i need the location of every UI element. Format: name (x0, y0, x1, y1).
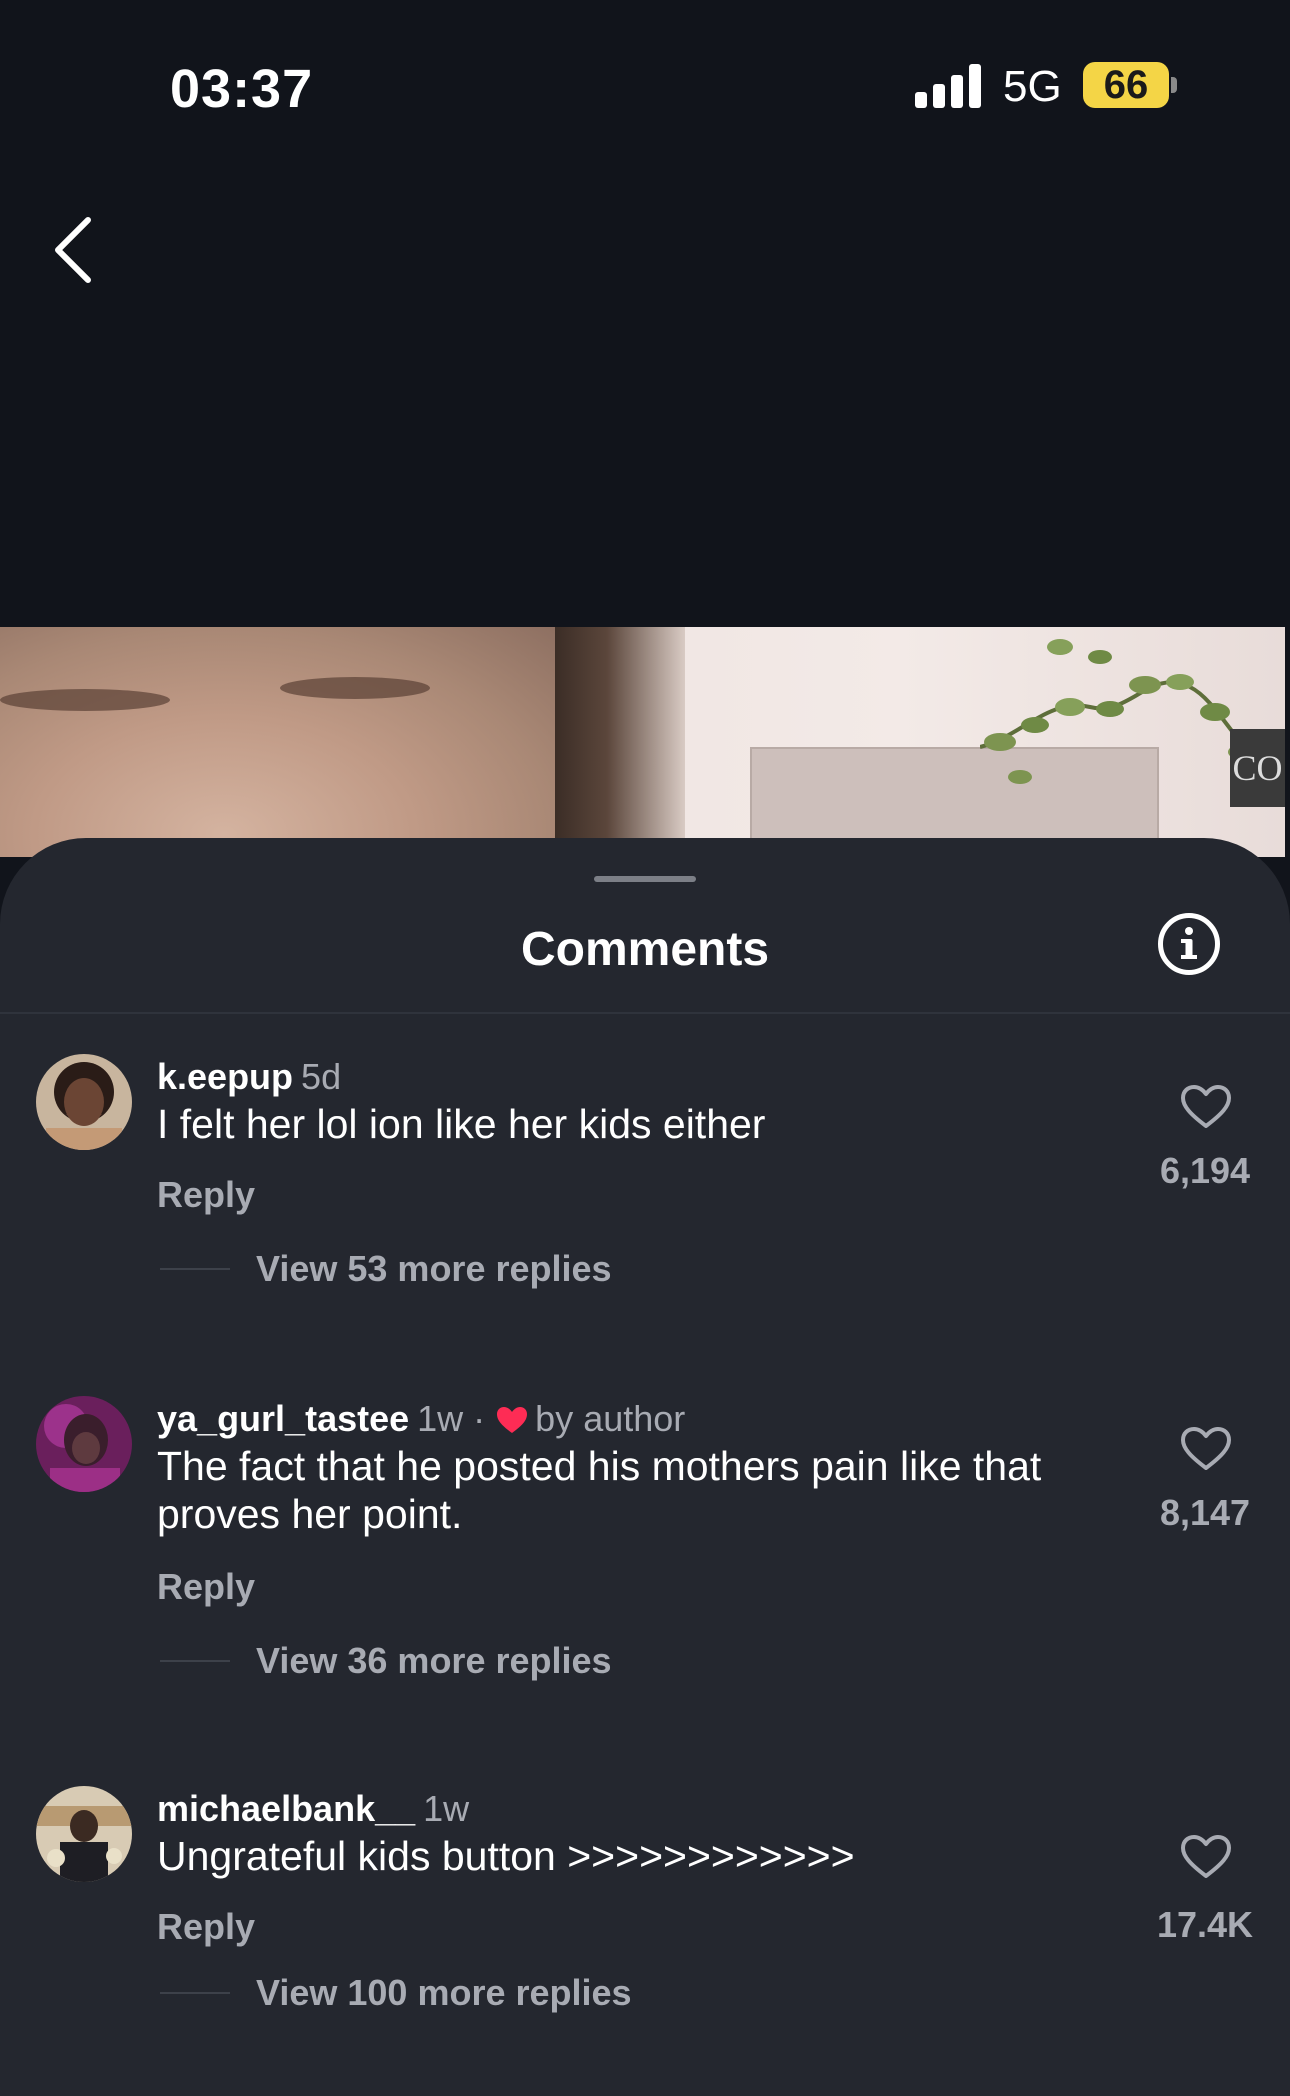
avatar-image (36, 1786, 132, 1882)
liked-by-author-badge: by author (535, 1398, 686, 1439)
status-time: 03:37 (170, 59, 314, 119)
view-replies-button[interactable]: View 53 more replies (256, 1248, 612, 1290)
video-detail (0, 689, 170, 711)
chevron-left-icon (55, 217, 91, 283)
status-bar: 03:37 5G 66 (0, 0, 1290, 180)
comment-username[interactable]: michaelbank__ (157, 1788, 415, 1829)
comment-meta: michaelbank__ 1w (157, 1788, 469, 1830)
heart-outline-icon[interactable] (1180, 1834, 1232, 1880)
view-replies-button[interactable]: View 36 more replies (256, 1640, 612, 1682)
cellular-signal-icon (915, 64, 983, 108)
avatar[interactable] (36, 1396, 132, 1492)
avatar[interactable] (36, 1054, 132, 1150)
video-detail (280, 677, 430, 699)
info-button[interactable] (1158, 913, 1220, 975)
info-icon (1181, 927, 1197, 959)
reply-button[interactable]: Reply (157, 1906, 255, 1948)
comment-time: 5d (301, 1056, 342, 1097)
like-count: 17.4K (1156, 1904, 1254, 1945)
heart-outline-icon[interactable] (1180, 1084, 1232, 1130)
reply-button[interactable]: Reply (157, 1174, 255, 1216)
replies-divider (160, 1660, 230, 1662)
comment-username[interactable]: ya_gurl_tastee (157, 1398, 409, 1439)
avatar[interactable] (36, 1786, 132, 1882)
comment-text: I felt her lol ion like her kids either (157, 1101, 766, 1147)
view-replies-button[interactable]: View 100 more replies (256, 1972, 632, 2014)
comment-time: 1w (417, 1398, 464, 1439)
network-type: 5G (1003, 62, 1062, 111)
sheet-drag-handle[interactable] (594, 876, 696, 882)
replies-divider (160, 1992, 230, 1994)
comment-meta: ya_gurl_tastee 1w · by author (157, 1398, 685, 1440)
meta-separator: · (473, 1398, 486, 1439)
comment-meta: k.eepup 5d (157, 1056, 341, 1098)
video-door (555, 627, 685, 857)
avatar-image (36, 1054, 132, 1150)
heart-filled-icon (497, 1407, 528, 1433)
comment-text: Ungrateful kids button >>>>>>>>>>>> (157, 1833, 855, 1879)
like-count: 8,147 (1159, 1492, 1251, 1533)
comment-text: The fact that he posted his mothers pain… (157, 1443, 1042, 1537)
sheet-title: Comments (520, 923, 770, 976)
comments-sheet: Comments k.eepup 5d I felt her lol ion li… (0, 838, 1290, 2096)
avatar-image (36, 1396, 132, 1492)
comment-username[interactable]: k.eepup (157, 1056, 293, 1097)
sheet-divider (0, 1012, 1290, 1014)
heart-outline-icon[interactable] (1180, 1426, 1232, 1472)
video-face-region (0, 627, 560, 857)
battery-indicator: 66 (1083, 62, 1169, 108)
battery-tip (1171, 77, 1177, 93)
video-sign: CO (1230, 729, 1285, 807)
video-preview[interactable]: CO (0, 627, 1285, 857)
reply-button[interactable]: Reply (157, 1566, 255, 1608)
back-button[interactable] (42, 212, 106, 288)
comment-time: 1w (423, 1788, 470, 1829)
replies-divider (160, 1268, 230, 1270)
like-count: 6,194 (1159, 1150, 1251, 1191)
